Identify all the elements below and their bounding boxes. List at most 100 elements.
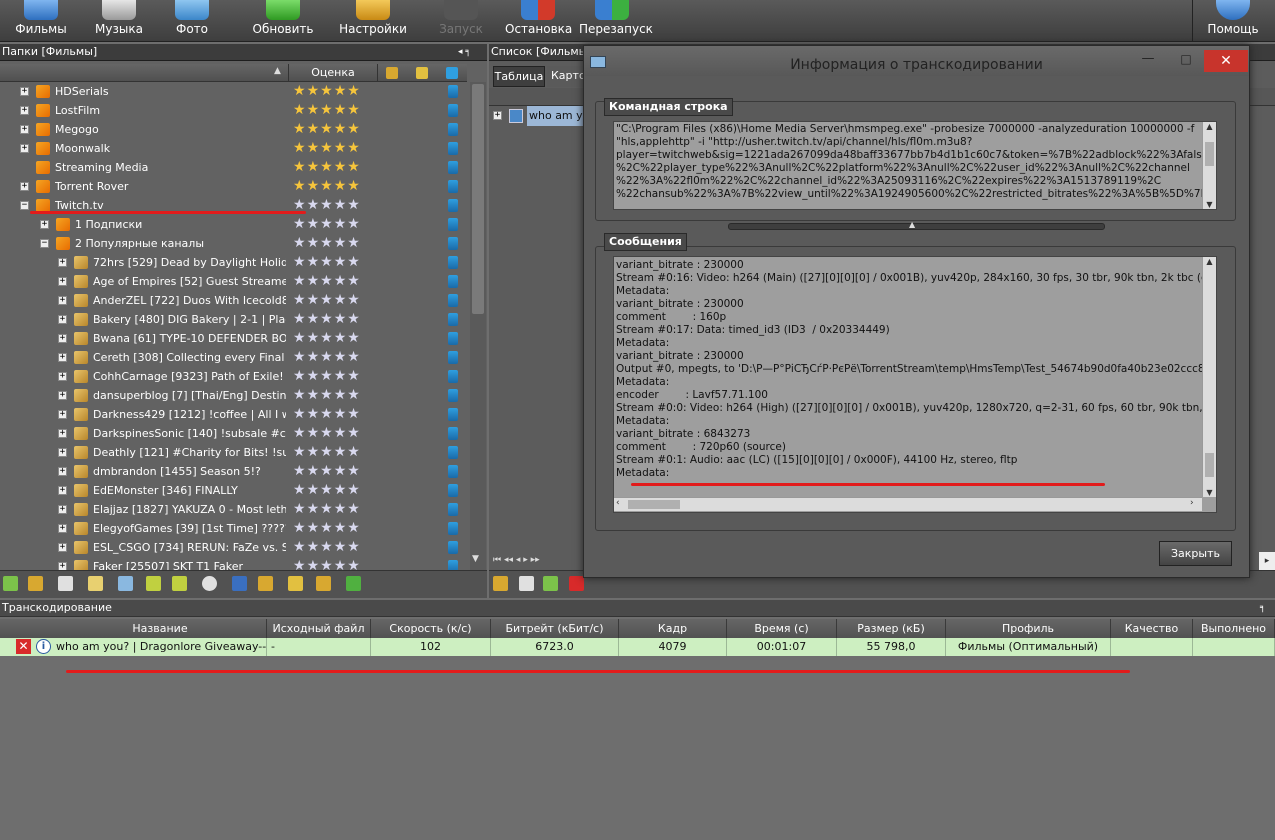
list-recycle-icon[interactable] [543,576,558,591]
star-icon[interactable]: ★ [334,501,348,517]
rating-stars[interactable]: ★★★★★ [293,481,361,500]
command-line-scrollbar[interactable]: ▲ ▼ [1202,122,1216,209]
rating-stars[interactable]: ★★★★★ [293,367,361,386]
splitter-arrow-icon[interactable]: ▲ [909,220,915,229]
tree-row[interactable]: + Elajjaz [1827] YAKUZA 0 - Most lethal m… [0,500,462,519]
star-icon[interactable]: ★ [334,121,348,137]
maximize-icon[interactable]: □ [1174,48,1198,70]
rating-stars[interactable]: ★★★★★ [293,386,361,405]
star-icon[interactable]: ★ [347,482,361,498]
music-button[interactable]: Музыка [88,0,150,40]
expand-icon[interactable]: + [58,505,67,514]
messages-hscrollbar[interactable]: ‹ › [614,497,1202,511]
star-icon[interactable]: ★ [347,501,361,517]
star-icon[interactable]: ★ [293,292,307,308]
splitter-handle[interactable]: ▲ [728,220,1105,230]
star-icon[interactable]: ★ [320,178,334,194]
star-icon[interactable]: ★ [307,140,321,156]
refresh-button[interactable]: Обновить [248,0,318,40]
transcoding-pin-icon[interactable]: ╕ [1260,600,1265,616]
star-icon[interactable]: ★ [334,425,348,441]
star-icon[interactable]: ★ [293,178,307,194]
star-icon[interactable]: ★ [320,387,334,403]
star-icon[interactable]: ★ [347,406,361,422]
star-icon[interactable]: ★ [307,235,321,251]
rating-stars[interactable]: ★★★★★ [293,462,361,481]
tree-row[interactable]: + Cereth [308] Collecting every Final Fan… [0,348,462,367]
star-icon[interactable]: ★ [320,368,334,384]
key-icon-2[interactable] [288,576,303,591]
star-icon[interactable]: ★ [307,292,321,308]
star-icon[interactable]: ★ [320,330,334,346]
restart-button[interactable]: Перезапуск [579,0,653,40]
star-icon[interactable]: ★ [334,539,348,555]
weather-icon[interactable] [88,576,103,591]
star-icon[interactable]: ★ [307,216,321,232]
star-icon[interactable]: ★ [293,425,307,441]
star-icon[interactable]: ★ [293,273,307,289]
expand-icon[interactable]: + [58,353,67,362]
star-icon[interactable]: ★ [347,159,361,175]
tree-row[interactable]: + EdEMonster [346] FINALLY ★★★★★ [0,481,462,500]
star-icon[interactable]: ★ [334,235,348,251]
star-icon[interactable]: ★ [334,83,348,99]
hscroll-thumb[interactable] [628,500,680,509]
tree-row[interactable]: + Deathly [121] #Charity for Bits! !sub20… [0,443,462,462]
star-icon[interactable]: ★ [320,140,334,156]
star-icon[interactable]: ★ [347,349,361,365]
rating-stars[interactable]: ★★★★★ [293,272,361,291]
star-icon[interactable]: ★ [334,102,348,118]
star-icon[interactable]: ★ [293,406,307,422]
star-icon[interactable]: ★ [293,159,307,175]
expand-icon[interactable]: + [58,429,67,438]
star-icon[interactable]: ★ [320,520,334,536]
rating-stars[interactable]: ★★★★★ [293,310,361,329]
star-icon[interactable]: ★ [293,140,307,156]
star-icon[interactable]: ★ [334,520,348,536]
star-icon[interactable]: ★ [347,102,361,118]
collapse-icon[interactable]: − [20,201,29,210]
dialog-close-icon[interactable]: ✕ [1204,50,1248,72]
list-scroll-right-icon[interactable]: ▸ [1259,552,1275,570]
rating-stars[interactable]: ★★★★★ [293,443,361,462]
star-icon[interactable]: ★ [320,501,334,517]
star-icon[interactable]: ★ [320,121,334,137]
stop-transcoding-icon[interactable]: ✕ [16,639,31,654]
star-icon[interactable]: ★ [347,216,361,232]
star-icon[interactable]: ★ [320,273,334,289]
list-edit-icon[interactable] [519,576,534,591]
col-time[interactable]: Время (с) [727,619,837,638]
star-icon[interactable]: ★ [307,178,321,194]
star-icon[interactable]: ★ [307,311,321,327]
star-icon[interactable]: ★ [334,482,348,498]
expand-icon[interactable]: + [20,144,29,153]
tree-row[interactable]: Streaming Media ★★★★★ [0,158,462,177]
star-icon[interactable]: ★ [307,482,321,498]
expand-icon[interactable]: + [20,106,29,115]
star-icon[interactable]: ★ [347,140,361,156]
tree-row[interactable]: + DarkspinesSonic [140] !subsale #charity… [0,424,462,443]
star-icon[interactable]: ★ [320,197,334,213]
star-icon[interactable]: ★ [347,197,361,213]
expand-icon[interactable]: + [58,448,67,457]
expand-icon[interactable]: + [58,410,67,419]
star-icon[interactable]: ★ [307,539,321,555]
expand-icon[interactable]: + [40,220,49,229]
star-icon[interactable]: ★ [293,444,307,460]
tree-row[interactable]: + HDSerials ★★★★★ [0,82,462,101]
star-icon[interactable]: ★ [293,368,307,384]
info-icon[interactable]: i [36,639,51,654]
star-icon[interactable]: ★ [347,463,361,479]
tree-row[interactable]: + Age of Empires [52] Guest Streamer: Giv… [0,272,462,291]
expand-icon[interactable]: + [58,277,67,286]
settings-button[interactable]: Настройки [336,0,410,40]
expand-icon[interactable]: + [58,258,67,267]
rating-stars[interactable]: ★★★★★ [293,139,361,158]
star-icon[interactable]: ★ [320,425,334,441]
command-scroll-thumb[interactable] [1205,142,1214,166]
films-button[interactable]: Фильмы [10,0,72,40]
star-icon[interactable]: ★ [320,292,334,308]
folders-scrollbar[interactable]: ▼ [470,82,486,570]
star-icon[interactable]: ★ [293,387,307,403]
help-button[interactable]: Помощь [1202,0,1264,40]
